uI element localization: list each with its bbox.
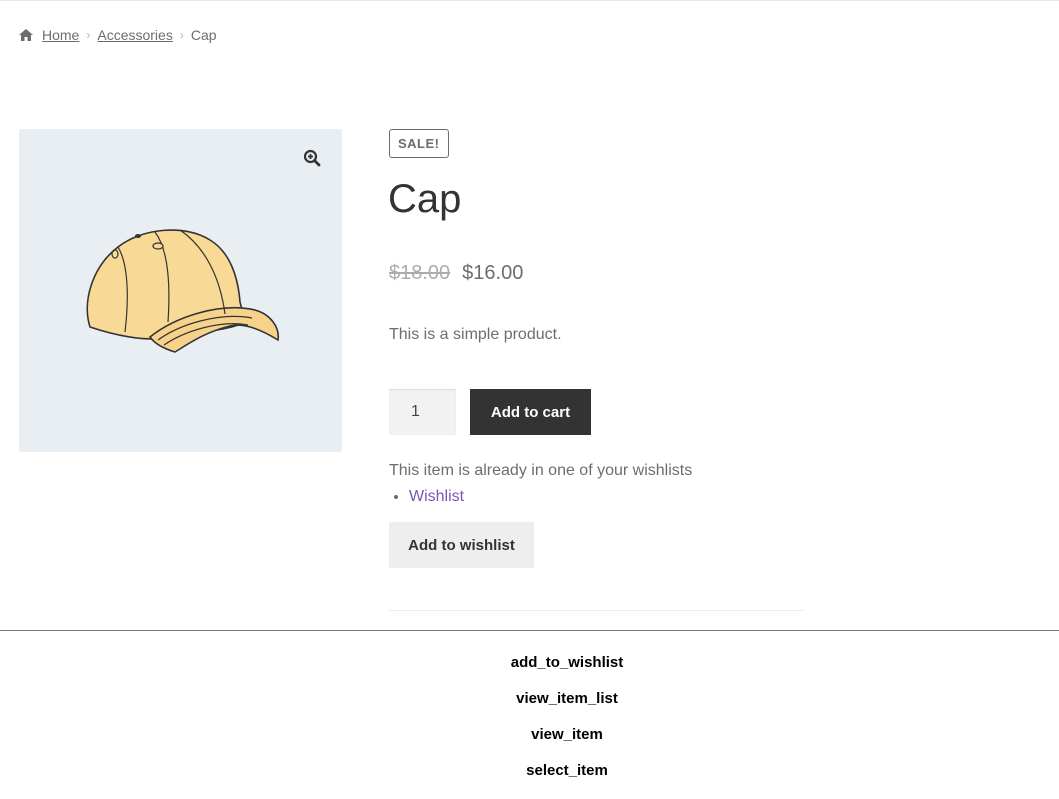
event-item: select_item xyxy=(526,762,608,779)
event-log: add_to_wishlist view_item_list view_item… xyxy=(0,653,1059,797)
events-divider xyxy=(0,630,1059,631)
add-to-cart-button[interactable]: Add to cart xyxy=(470,389,591,435)
summary-divider xyxy=(389,610,804,611)
wishlist-link[interactable]: Wishlist xyxy=(409,488,464,505)
home-icon xyxy=(18,28,34,42)
quantity-input[interactable] xyxy=(389,389,456,435)
regular-price: $18.00 xyxy=(389,262,451,284)
zoom-button[interactable] xyxy=(295,143,329,177)
product-price: $18.00 $16.00 xyxy=(389,262,523,285)
sale-price: $16.00 xyxy=(462,262,524,284)
cap-illustration xyxy=(80,222,285,367)
add-to-wishlist-button[interactable]: Add to wishlist xyxy=(389,522,534,568)
breadcrumb-home-link[interactable]: Home xyxy=(42,27,79,43)
event-item: add_to_wishlist xyxy=(510,654,624,671)
chevron-right-icon: › xyxy=(179,28,184,42)
event-item: view_item xyxy=(531,726,603,743)
breadcrumb-current: Cap xyxy=(190,27,217,43)
product-short-description: This is a simple product. xyxy=(389,326,562,343)
breadcrumb-accessories-link[interactable]: Accessories xyxy=(97,27,172,43)
wishlist-list: Wishlist xyxy=(389,488,464,506)
sale-badge: SALE! xyxy=(389,129,449,158)
header-divider xyxy=(0,0,1059,1)
breadcrumb: Home › Accessories › Cap xyxy=(18,26,217,44)
wishlist-note: This item is already in one of your wish… xyxy=(389,462,693,479)
zoom-in-icon xyxy=(303,149,321,172)
chevron-right-icon: › xyxy=(86,28,91,42)
product-title: Cap xyxy=(388,177,462,221)
event-item: view_item_list xyxy=(516,690,618,707)
list-item: Wishlist xyxy=(409,488,464,506)
